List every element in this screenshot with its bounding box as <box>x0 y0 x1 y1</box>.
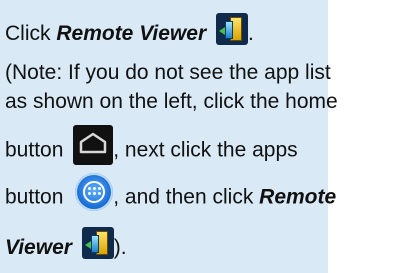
period-text: . <box>247 22 254 45</box>
instruction-panel: Click Remote Viewer . (Note: If you do n… <box>0 0 338 273</box>
instruction-line-3: as shown on the left, click the home <box>5 90 338 113</box>
remote-viewer-label: Remote Viewer <box>56 22 207 45</box>
then-click-text: , and then click <box>113 185 260 209</box>
home-icon <box>73 125 114 165</box>
next-click-apps-text: , next click the apps <box>113 138 298 162</box>
instruction-line-5: button , and then click Remote <box>5 173 337 211</box>
instruction-line-4: button , next click the apps <box>5 125 298 165</box>
remote-viewer-icon <box>81 227 114 260</box>
instruction-line-1: Click Remote Viewer . <box>5 13 254 46</box>
button-word: button <box>5 138 64 162</box>
remote-viewer-icon <box>215 13 248 46</box>
closing-paren-text: ). <box>113 236 127 259</box>
instruction-line-6: Viewer ). <box>5 227 127 260</box>
instruction-line-2: (Note: If you do not see the app list <box>5 61 331 84</box>
button-word: button <box>5 185 64 209</box>
remote-label: Remote <box>259 185 337 209</box>
viewer-label: Viewer <box>5 236 72 259</box>
click-text: Click <box>5 22 57 45</box>
apps-icon <box>75 173 114 211</box>
